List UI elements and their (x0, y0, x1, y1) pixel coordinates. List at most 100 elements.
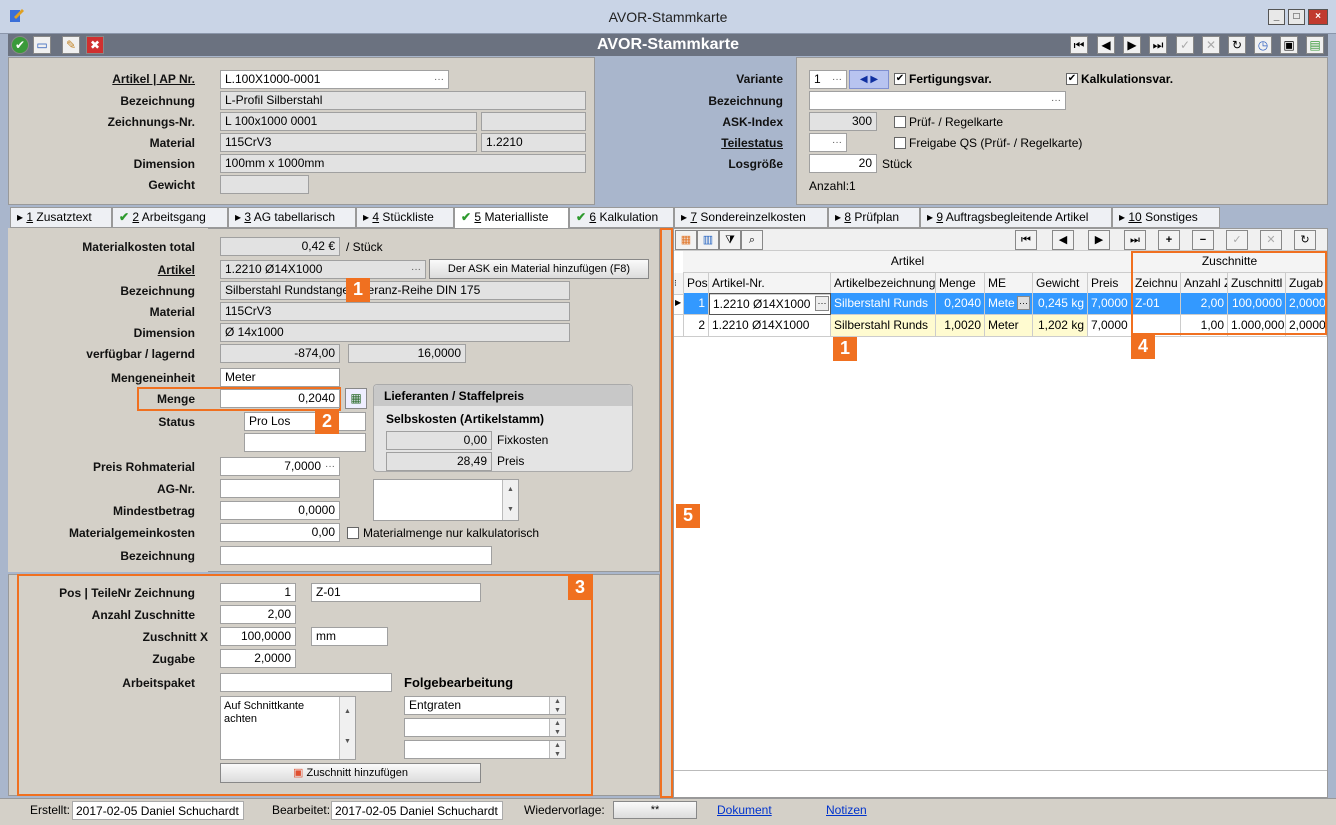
artikel-label[interactable]: Artikel | AP Nr. (20, 72, 195, 86)
grid-cancel-icon[interactable]: ✕ (1260, 230, 1282, 250)
preis-field[interactable]: 28,49 (386, 452, 492, 471)
grid-cell[interactable]: 1,0020 (936, 315, 985, 337)
zuschnitt-x-field[interactable]: 100,0000 (220, 627, 296, 646)
preis-rohmaterial-field[interactable]: 7,0000 ··· (220, 457, 340, 476)
last-record-icon[interactable]: ⏭ (1149, 36, 1167, 54)
dokument-link[interactable]: Dokument (717, 803, 772, 817)
box-icon[interactable]: ▣ (1280, 36, 1298, 54)
minimize-button[interactable]: _ (1268, 9, 1285, 25)
ask-add-material-button[interactable]: Der ASK ein Material hinzufügen (F8) (429, 259, 649, 279)
lieferanten-title[interactable]: Lieferanten / Staffelpreis (374, 385, 632, 406)
grid-col-header[interactable]: Preis (1088, 273, 1132, 295)
grid-search-icon[interactable]: ⌕ (741, 230, 763, 250)
variante-nav-arrows[interactable]: ◀ ▶ (849, 70, 889, 89)
verfuegbar-field[interactable]: -874,00 (220, 344, 340, 363)
grid-layout-icon[interactable]: ▦ (675, 230, 697, 250)
grid-col-header[interactable]: Artikel-Nr. (709, 273, 831, 295)
prev-record-icon[interactable]: ◀ (1097, 36, 1115, 54)
zuschnitt-memo-field[interactable]: Auf Schnittkante achten ▲ ▼ (220, 696, 356, 760)
wiedervorlage-button[interactable]: ** (613, 801, 697, 819)
material-memo-field[interactable]: ▲ ▼ (373, 479, 519, 521)
kalkulationsvar-checkbox[interactable]: ✔ (1066, 73, 1078, 85)
tab-pruefplan[interactable]: ▸ 8 Prüfplan (828, 207, 920, 228)
folge-field-2[interactable]: ▲ ▼ (404, 718, 566, 737)
cube-icon[interactable]: ▤ (1306, 36, 1324, 54)
pos-field[interactable]: 1 (220, 583, 296, 602)
mindestbetrag-field[interactable]: 0,0000 (220, 501, 340, 520)
grid-col-header[interactable]: ME (985, 273, 1033, 295)
tab-zusatztext[interactable]: ▸ 1 Zusatztext (10, 207, 112, 228)
materialkosten-field[interactable]: 0,42 € (220, 237, 340, 256)
grid-cell[interactable]: Mete ··· (985, 293, 1033, 315)
grid-col-header[interactable]: Artikelbezeichnung (831, 273, 936, 295)
close-button[interactable]: × (1308, 9, 1328, 25)
grid-col-header[interactable]: Pos (684, 273, 709, 295)
losgroesse-field[interactable]: 20 (809, 154, 877, 173)
teilestatus-field[interactable]: ··· (809, 133, 847, 152)
grid-cell[interactable]: 1.2210 Ø14X1000 ··· (709, 293, 831, 315)
next-record-icon[interactable]: ▶ (1123, 36, 1141, 54)
material-dimension-field[interactable]: Ø 14x1000 (220, 323, 570, 342)
tab-ag-tabellarisch[interactable]: ▸ 3 AG tabellarisch (228, 207, 356, 228)
arbeitspaket-field[interactable] (220, 673, 392, 692)
fertigungsvar-checkbox[interactable]: ✔ (894, 73, 906, 85)
grid-cell[interactable]: 2 (684, 315, 709, 337)
tab-stueckliste[interactable]: ▸ 4 Stückliste (356, 207, 454, 228)
lagernd-field[interactable]: 16,0000 (348, 344, 466, 363)
anzahl-zuschnitte-field[interactable]: 2,00 (220, 605, 296, 624)
tab-sondereinzelkosten[interactable]: ▸ 7 Sondereinzelkosten (674, 207, 828, 228)
grid-cell[interactable]: Silberstahl Runds (831, 293, 936, 315)
pruef-checkbox[interactable] (894, 116, 906, 128)
nur-kalkulatorisch-checkbox[interactable] (347, 527, 359, 539)
dimension-field[interactable]: 100mm x 1000mm (220, 154, 586, 173)
freigabe-checkbox[interactable] (894, 137, 906, 149)
grid-add-icon[interactable]: + (1158, 230, 1180, 250)
grid-first-icon[interactable]: ⏮ (1015, 230, 1037, 250)
maximize-button[interactable]: □ (1288, 9, 1305, 25)
tab-arbeitsgang[interactable]: ✔ 2 Arbeitsgang (112, 207, 228, 228)
tab-sonstiges[interactable]: ▸ 10 Sonstiges (1112, 207, 1220, 228)
grid-col-header[interactable]: Menge (936, 273, 985, 295)
grid-cell[interactable]: 0,2040 (936, 293, 985, 315)
grid-cell[interactable]: Meter (985, 315, 1033, 337)
mengeneinheit-field[interactable]: Meter (220, 368, 340, 387)
material-bezeichnung2-field[interactable] (220, 546, 492, 565)
ag-nr-field[interactable] (220, 479, 340, 498)
material-artikel-field[interactable]: 1.2210 Ø14X1000 ··· (220, 260, 426, 279)
notizen-link[interactable]: Notizen (826, 803, 867, 817)
cancel-edit-icon[interactable]: ✕ (1202, 36, 1220, 54)
tab-auftragsbegleitende-artikel[interactable]: ▸ 9 Auftragsbegleitende Artikel (920, 207, 1112, 228)
status-extra-field[interactable] (244, 433, 366, 452)
first-record-icon[interactable]: ⏮ (1070, 36, 1088, 54)
grid-remove-icon[interactable]: − (1192, 230, 1214, 250)
grid-col-header[interactable]: Gewicht (1033, 273, 1088, 295)
zuschnitt-add-button[interactable]: ▣ Zuschnitt hinzufügen (220, 763, 481, 783)
material-material-field[interactable]: 115CrV3 (220, 302, 570, 321)
tab-materialliste[interactable]: ✔ 5 Materialliste (454, 207, 569, 229)
folge-field-1[interactable]: Entgraten ▲ ▼ (404, 696, 566, 715)
variante-bezeichnung-field[interactable]: ··· (809, 91, 1066, 110)
grid-next-icon[interactable]: ▶ (1088, 230, 1110, 250)
grid-cell[interactable]: 7,0000 (1088, 293, 1132, 315)
grid-last-icon[interactable]: ⏭ (1124, 230, 1146, 250)
materialgemeinkosten-field[interactable]: 0,00 (220, 523, 340, 542)
material-field[interactable]: 115CrV3 (220, 133, 477, 152)
grid-cell[interactable]: 7,0000 (1088, 315, 1132, 337)
refresh-icon[interactable]: ↻ (1228, 36, 1246, 54)
fixkosten-field[interactable]: 0,00 (386, 431, 492, 450)
post-icon[interactable]: ✓ (1176, 36, 1194, 54)
variante-field[interactable]: 1 ··· (809, 70, 847, 89)
grid-filter-icon[interactable]: ⧩ (719, 230, 741, 250)
zugabe-field[interactable]: 2,0000 (220, 649, 296, 668)
calculator-icon[interactable]: ▦ (345, 388, 367, 409)
clock-icon[interactable]: ◷ (1254, 36, 1272, 54)
zuschnitt-unit-field[interactable]: mm (311, 627, 388, 646)
tab-kalkulation[interactable]: ✔ 6 Kalkulation (569, 207, 674, 228)
material-bezeichnung-field[interactable]: Silberstahl Rundstange Toleranz-Reihe DI… (220, 281, 570, 300)
ask-index-field[interactable]: 300 (809, 112, 877, 131)
gewicht-field[interactable] (220, 175, 309, 194)
grid-refresh-icon[interactable]: ↻ (1294, 230, 1316, 250)
teilenr-zeichnung-field[interactable]: Z-01 (311, 583, 481, 602)
zeichnung-extra-field[interactable] (481, 112, 586, 131)
grid-prev-icon[interactable]: ◀ (1052, 230, 1074, 250)
